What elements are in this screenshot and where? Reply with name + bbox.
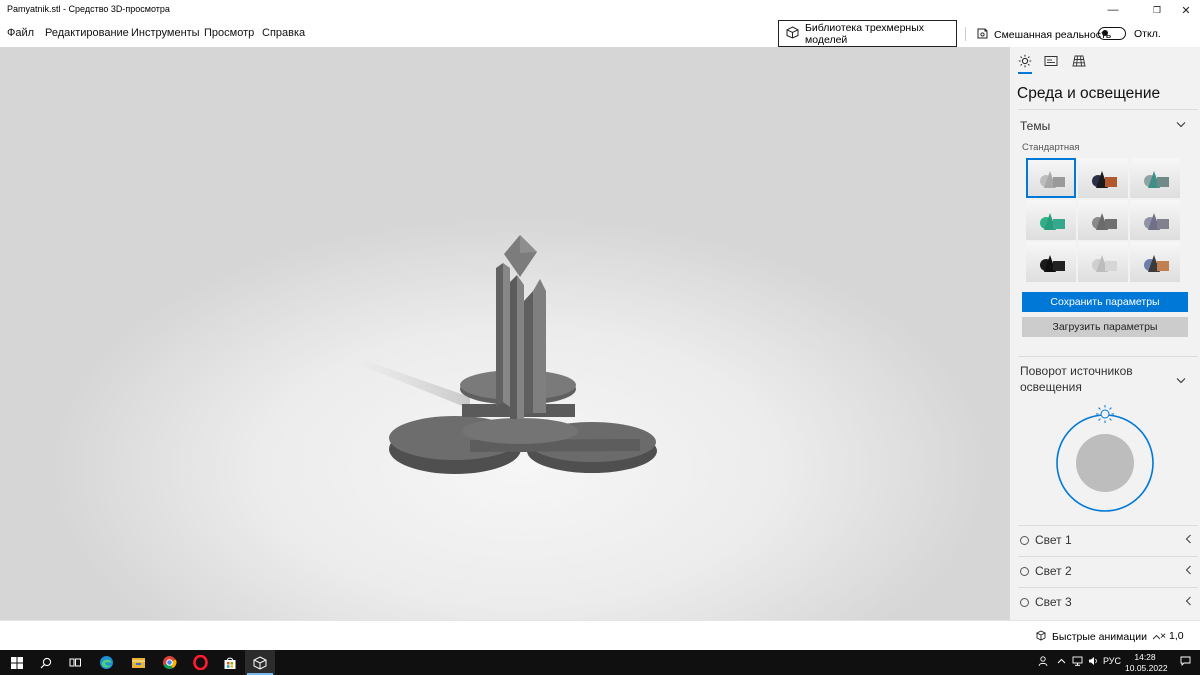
light-3-row[interactable]: Свет 3 <box>1020 587 1192 617</box>
light-3-radio[interactable] <box>1020 597 1029 607</box>
window-title: Pamyatnik.stl - Средство 3D-просмотра <box>7 4 170 14</box>
windows-start-icon[interactable] <box>2 650 32 675</box>
menu-edit[interactable]: Редактирование <box>45 27 129 39</box>
base-disk-center <box>462 418 578 444</box>
pillar-left-face <box>503 263 510 407</box>
mixed-reality-button[interactable]: Смешанная реальность <box>976 27 1111 43</box>
title-bar: Pamyatnik.stl - Средство 3D-просмотра — … <box>0 0 1200 20</box>
light-rotation-dial[interactable] <box>1050 401 1160 513</box>
divider <box>1018 109 1198 110</box>
light-3-label: Свет 3 <box>1035 595 1072 609</box>
menu-view[interactable]: Просмотр <box>204 27 254 39</box>
mixed-reality-label: Смешанная реальность <box>994 29 1112 41</box>
pillar-mid-side <box>510 275 517 419</box>
pillar-mid-face <box>517 275 524 419</box>
theme-option[interactable] <box>1130 158 1180 198</box>
tab-grid[interactable] <box>1071 55 1087 69</box>
light-2-label: Свет 2 <box>1035 564 1072 578</box>
chevron-left-icon[interactable] <box>1185 565 1192 578</box>
theme-option[interactable] <box>1078 242 1128 282</box>
menu-help[interactable]: Справка <box>262 27 305 39</box>
theme-option[interactable] <box>1078 158 1128 198</box>
toggle-knob <box>1101 30 1108 36</box>
volume-icon[interactable] <box>1088 656 1099 668</box>
person-icon[interactable] <box>1038 656 1048 669</box>
cube-icon <box>786 25 799 42</box>
clock[interactable]: 14:28 10.05.2022 <box>1125 652 1168 674</box>
chevron-left-icon[interactable] <box>1185 596 1192 609</box>
3d-viewport[interactable] <box>0 47 1010 620</box>
light-2-row[interactable]: Свет 2 <box>1020 556 1192 586</box>
restore-button[interactable]: ❐ <box>1141 0 1173 20</box>
chevron-down-icon[interactable] <box>1176 376 1186 387</box>
edge-icon[interactable] <box>91 650 121 675</box>
language-indicator[interactable]: РУС <box>1103 656 1121 666</box>
environment-panel: Среда и освещение Темы Стандартная Сохра… <box>1010 47 1200 620</box>
light-2-radio[interactable] <box>1020 566 1029 576</box>
chevron-down-icon[interactable] <box>1176 120 1186 131</box>
panel-title: Среда и освещение <box>1017 85 1161 102</box>
light-1-radio[interactable] <box>1020 535 1029 545</box>
tab-stats[interactable] <box>1043 55 1059 69</box>
light-1-label: Свет 1 <box>1035 533 1072 547</box>
notifications-icon[interactable] <box>1180 656 1191 668</box>
animation-speed[interactable]: × 1,0 <box>1160 630 1184 642</box>
3d-library-button[interactable]: Библиотека трехмерных моделей <box>778 20 957 47</box>
network-icon[interactable] <box>1072 656 1083 668</box>
toggle-state-label: Откл. <box>1134 28 1161 40</box>
light-1-row[interactable]: Свет 1 <box>1020 525 1192 555</box>
chevron-up-icon[interactable] <box>1057 656 1066 666</box>
menu-tools[interactable]: Инструменты <box>131 27 200 39</box>
save-settings-button[interactable]: Сохранить параметры <box>1022 292 1188 312</box>
grid-icon <box>1072 55 1086 70</box>
theme-grid <box>1026 158 1188 282</box>
3d-library-label: Библиотека трехмерных моделей <box>805 21 925 46</box>
pillar-inner-side <box>524 291 533 413</box>
toolbar-divider <box>965 27 966 41</box>
chevron-left-icon[interactable] <box>1185 534 1192 547</box>
minimize-button[interactable]: — <box>1097 0 1129 20</box>
theme-option[interactable] <box>1130 242 1180 282</box>
divider <box>1018 356 1198 357</box>
animation-icon <box>1035 630 1047 644</box>
status-bar: Быстрые анимации × 1,0 <box>0 620 1200 650</box>
theme-option[interactable] <box>1026 200 1076 240</box>
file-explorer-icon[interactable] <box>123 650 153 675</box>
taskbar: РУС 14:28 10.05.2022 <box>0 650 1200 675</box>
mixed-reality-icon <box>976 27 989 43</box>
standard-theme-label: Стандартная <box>1022 142 1080 153</box>
search-icon[interactable] <box>31 650 61 675</box>
pillar-right-face <box>533 279 546 413</box>
model-shadow <box>355 357 470 409</box>
animations-button[interactable]: Быстрые анимации <box>1035 630 1161 644</box>
diamond-highlight <box>520 235 537 253</box>
clock-time: 14:28 <box>1134 652 1156 662</box>
light-rotation-header[interactable]: Поворот источников освещения <box>1020 363 1160 395</box>
sun-icon <box>1018 54 1032 71</box>
3d-viewer-icon[interactable] <box>245 650 275 675</box>
opera-icon[interactable] <box>185 650 215 675</box>
menu-file[interactable]: Файл <box>7 27 34 39</box>
clock-date: 10.05.2022 <box>1125 663 1168 673</box>
stats-icon <box>1044 55 1058 70</box>
3d-model-render <box>355 235 657 474</box>
task-view-icon[interactable] <box>60 650 90 675</box>
tab-environment[interactable] <box>1017 54 1033 74</box>
store-icon[interactable] <box>215 650 245 675</box>
theme-option[interactable] <box>1078 200 1128 240</box>
close-button[interactable]: ✕ <box>1170 0 1200 20</box>
pillar-left-side <box>496 263 503 407</box>
theme-option[interactable] <box>1026 242 1076 282</box>
themes-header[interactable]: Темы <box>1020 118 1050 134</box>
mixed-reality-toggle[interactable] <box>1098 27 1126 40</box>
theme-option[interactable] <box>1026 158 1076 198</box>
chrome-icon[interactable] <box>154 650 184 675</box>
load-settings-button[interactable]: Загрузить параметры <box>1022 317 1188 337</box>
theme-option[interactable] <box>1130 200 1180 240</box>
animations-label: Быстрые анимации <box>1052 631 1147 643</box>
